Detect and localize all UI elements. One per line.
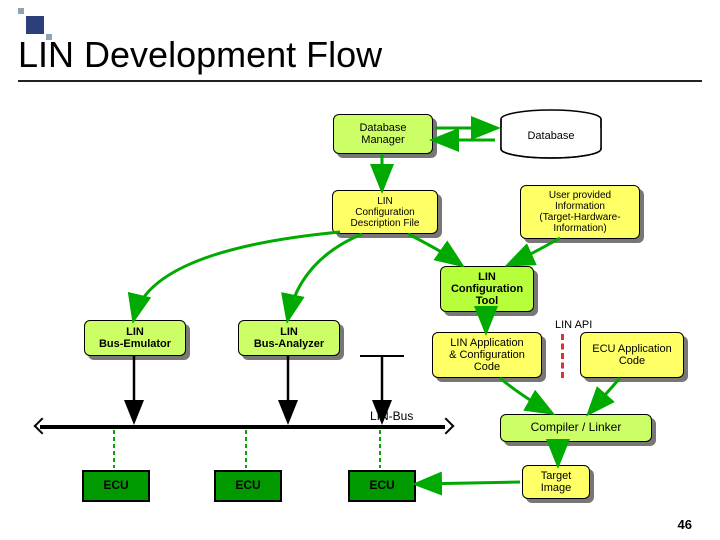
page-number: 46 bbox=[678, 517, 692, 532]
arrows-layer bbox=[0, 0, 720, 540]
